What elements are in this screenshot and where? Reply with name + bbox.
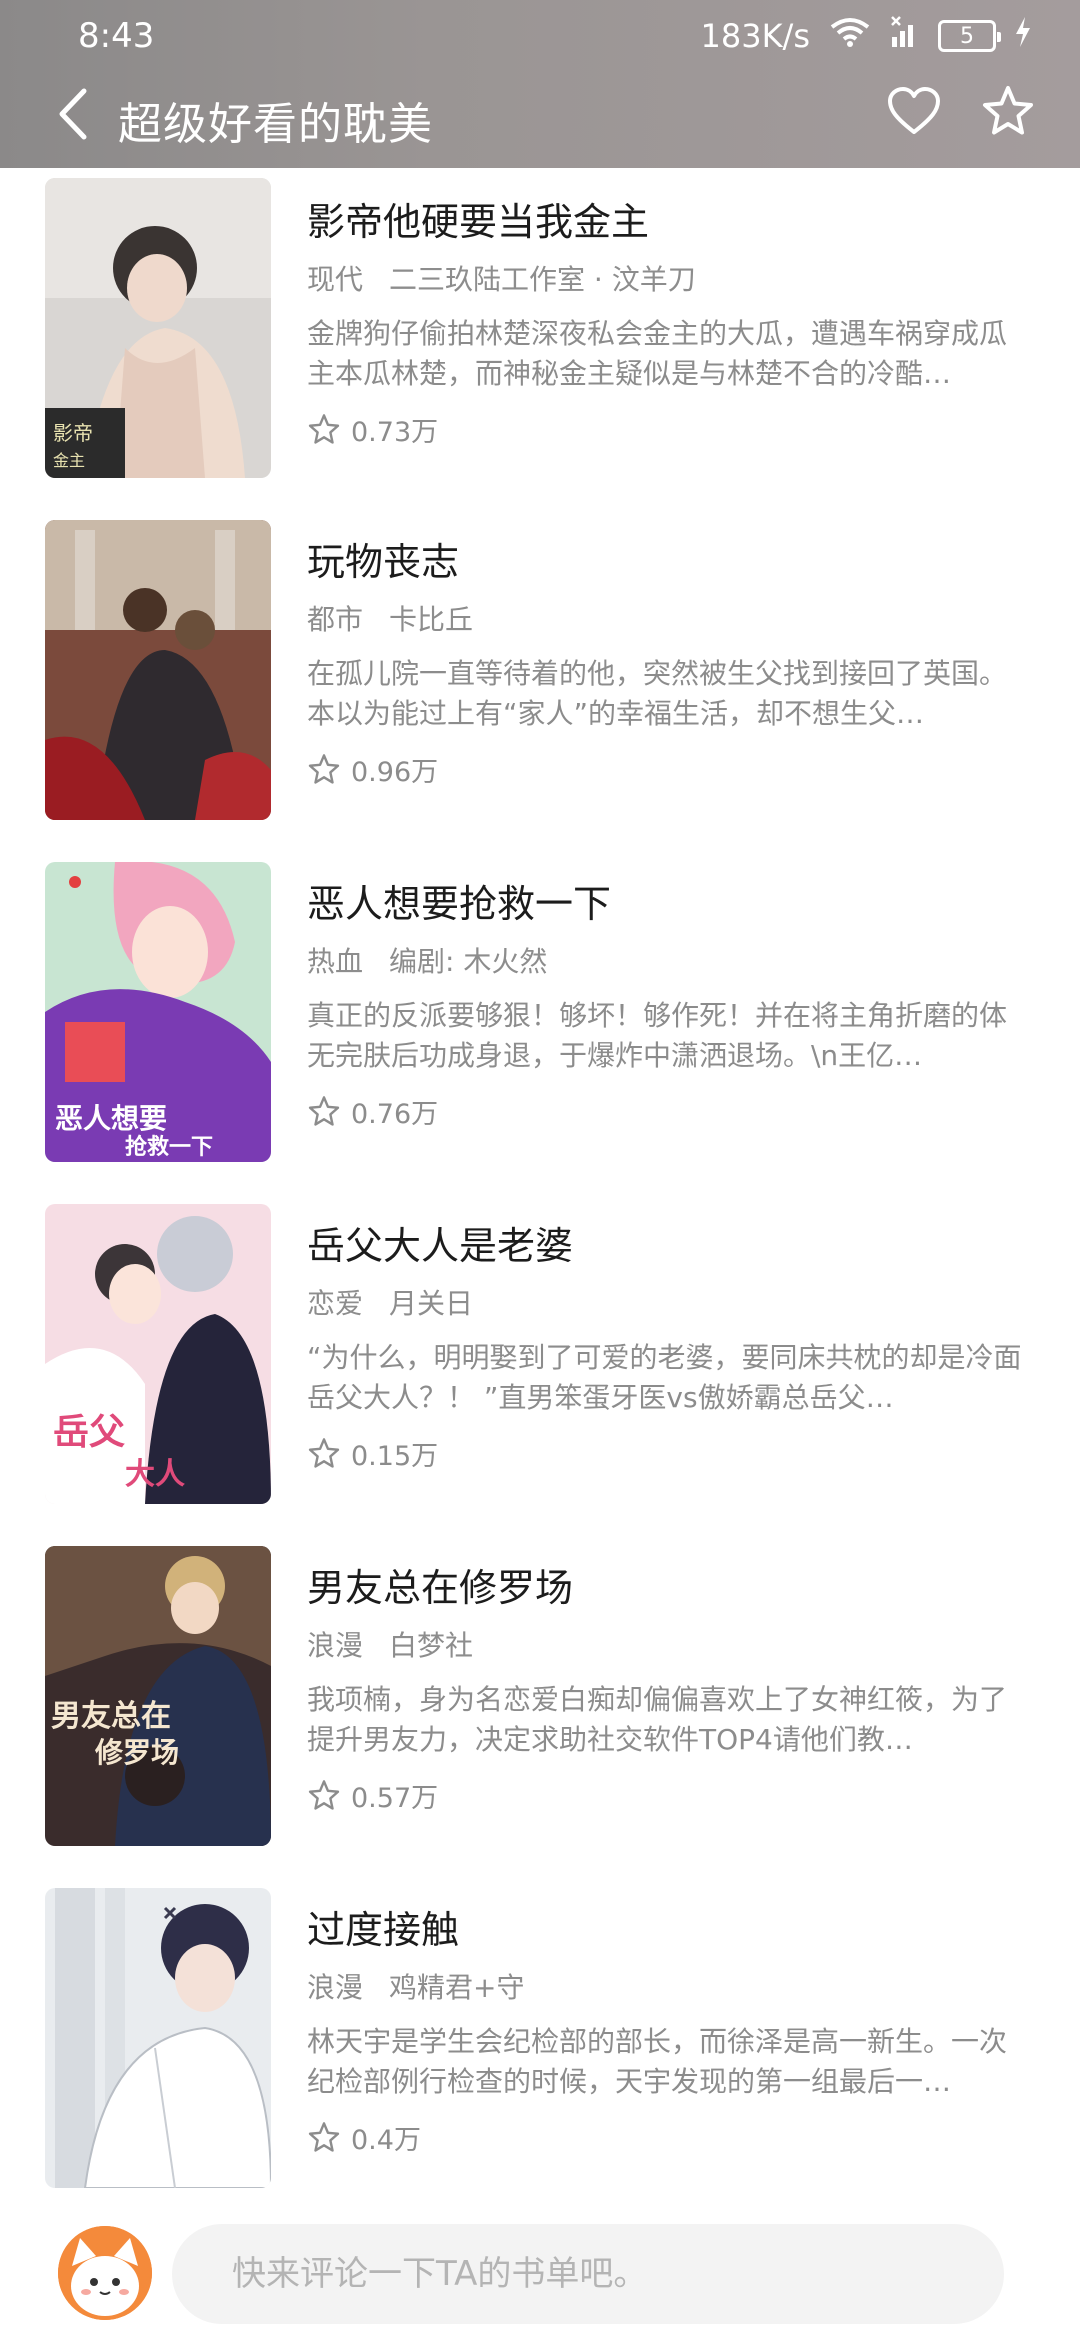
book-author: 月关日 bbox=[389, 1287, 474, 1320]
book-description: 林天宇是学生会纪检部的部长，而徐泽是高一新生。一次纪检部例行检查的时候，天宇发现… bbox=[307, 2025, 1008, 2098]
charging-icon bbox=[1014, 16, 1032, 56]
book-meta: 热血 编剧: 木火然 bbox=[307, 944, 1027, 980]
book-meta: 都市 卡比丘 bbox=[307, 602, 1027, 638]
comment-input[interactable] bbox=[172, 2224, 1004, 2324]
status-time: 8:43 bbox=[78, 16, 155, 56]
book-meta: 浪漫 鸡精君+守 bbox=[307, 1970, 1027, 2006]
book-author: 编剧: 木火然 bbox=[389, 945, 548, 978]
svg-text:金主: 金主 bbox=[53, 451, 85, 470]
star-outline-icon bbox=[308, 1779, 340, 1810]
book-cover: 影帝 金主 bbox=[45, 178, 271, 478]
back-button[interactable] bbox=[56, 84, 116, 144]
rating-count: 0.57万 bbox=[351, 1783, 439, 1814]
status-bar: 8:43 183K/s 5 bbox=[0, 0, 1080, 72]
book-info: 男友总在修罗场 浪漫 白梦社 我项楠，身为名恋爱白痴却偏偏喜欢上了女神红筱，为了… bbox=[307, 1564, 1027, 1815]
book-author: 白梦社 bbox=[389, 1629, 474, 1662]
book-item[interactable]: 岳父 大人 岳父大人是老婆 恋爱 月关日 “为什么，明明娶到了可爱的老婆，要同床… bbox=[0, 1204, 1080, 1504]
book-cover: 恶人想要 抢救一下 bbox=[45, 862, 271, 1162]
book-title: 玩物丧志 bbox=[307, 540, 460, 584]
book-cover: 男友总在 修罗场 bbox=[45, 1546, 271, 1846]
booklist-page: 8:43 183K/s 5 超级好看的耽美 影帝 金主 影帝他硬要当我金主 现代… bbox=[0, 0, 1080, 2340]
book-rating: 0.57万 bbox=[307, 1776, 1027, 1815]
page-title: 超级好看的耽美 bbox=[118, 99, 433, 150]
svg-text:恶人想要: 恶人想要 bbox=[55, 1102, 167, 1135]
svg-text:抢救一下: 抢救一下 bbox=[125, 1134, 213, 1160]
book-info: 恶人想要抢救一下 热血 编剧: 木火然 真正的反派要够狠！够坏！够作死！并在将主… bbox=[307, 880, 1027, 1131]
svg-text:修罗场: 修罗场 bbox=[94, 1736, 179, 1769]
cat-avatar-icon bbox=[58, 2226, 152, 2320]
favorite-button[interactable] bbox=[886, 84, 942, 140]
book-cover bbox=[45, 520, 271, 820]
star-outline-icon bbox=[308, 753, 340, 784]
book-info: 岳父大人是老婆 恋爱 月关日 “为什么，明明娶到了可爱的老婆，要同床共枕的却是冷… bbox=[307, 1222, 1027, 1473]
chevron-left-icon bbox=[59, 88, 87, 140]
header: 8:43 183K/s 5 超级好看的耽美 bbox=[0, 0, 1080, 168]
book-genre: 热血 bbox=[307, 945, 364, 978]
book-info: 玩物丧志 都市 卡比丘 在孤儿院一直等待着的他，突然被生父找到接回了英国。本以为… bbox=[307, 538, 1027, 789]
battery-icon: 5 bbox=[938, 20, 1001, 52]
star-outline-icon bbox=[308, 2121, 340, 2152]
comment-bar bbox=[0, 2210, 1080, 2340]
book-title: 男友总在修罗场 bbox=[307, 1566, 574, 1610]
book-genre: 现代 bbox=[307, 263, 364, 296]
book-item[interactable]: 过度接触 浪漫 鸡精君+守 林天宇是学生会纪检部的部长，而徐泽是高一新生。一次纪… bbox=[0, 1888, 1080, 2188]
book-description: 金牌狗仔偷拍林楚深夜私会金主的大瓜，遭遇车祸穿成瓜主本瓜林楚，而神秘金主疑似是与… bbox=[307, 317, 1008, 390]
book-description: 真正的反派要够狠！够坏！够作死！并在将主角折磨的体无完肤后功成身退，于爆炸中潇洒… bbox=[307, 999, 1008, 1072]
book-title: 过度接触 bbox=[307, 1908, 460, 1952]
svg-text:大人: 大人 bbox=[125, 1457, 185, 1492]
book-genre: 都市 bbox=[307, 603, 364, 636]
book-info: 过度接触 浪漫 鸡精君+守 林天宇是学生会纪检部的部长，而徐泽是高一新生。一次纪… bbox=[307, 1906, 1027, 2157]
heart-icon bbox=[888, 87, 940, 134]
book-rating: 0.76万 bbox=[307, 1092, 1027, 1131]
book-title: 影帝他硬要当我金主 bbox=[307, 200, 650, 244]
book-rating: 0.15万 bbox=[307, 1434, 1027, 1473]
wifi-icon bbox=[828, 15, 872, 58]
book-title: 岳父大人是老婆 bbox=[307, 1224, 574, 1268]
star-icon bbox=[983, 86, 1033, 135]
collect-button[interactable] bbox=[980, 84, 1036, 140]
book-item[interactable]: 恶人想要 抢救一下 恶人想要抢救一下 热血 编剧: 木火然 真正的反派要够狠！够… bbox=[0, 862, 1080, 1162]
status-indicators: 183K/s 5 bbox=[700, 15, 1032, 58]
book-genre: 恋爱 bbox=[307, 1287, 364, 1320]
book-description: “为什么，明明娶到了可爱的老婆，要同床共枕的却是冷面岳父大人？！ ”直男笨蛋牙医… bbox=[307, 1341, 1022, 1414]
svg-text:岳父: 岳父 bbox=[53, 1412, 125, 1453]
book-info: 影帝他硬要当我金主 现代 二三玖陆工作室 · 汶羊刀 金牌狗仔偷拍林楚深夜私会金… bbox=[307, 198, 1027, 449]
network-speed: 183K/s bbox=[700, 17, 810, 55]
book-author: 鸡精君+守 bbox=[389, 1971, 525, 2004]
book-author: 卡比丘 bbox=[389, 603, 474, 636]
star-outline-icon bbox=[308, 1437, 340, 1468]
book-description: 我项楠，身为名恋爱白痴却偏偏喜欢上了女神红筱，为了提升男友力，决定求助社交软件T… bbox=[307, 1683, 1008, 1756]
book-item[interactable]: 玩物丧志 都市 卡比丘 在孤儿院一直等待着的他，突然被生父找到接回了英国。本以为… bbox=[0, 520, 1080, 820]
book-item[interactable]: 男友总在 修罗场 男友总在修罗场 浪漫 白梦社 我项楠，身为名恋爱白痴却偏偏喜欢… bbox=[0, 1546, 1080, 1846]
book-item[interactable]: 影帝 金主 影帝他硬要当我金主 现代 二三玖陆工作室 · 汶羊刀 金牌狗仔偷拍林… bbox=[0, 178, 1080, 478]
rating-count: 0.15万 bbox=[351, 1441, 439, 1472]
no-signal-icon bbox=[890, 15, 920, 58]
avatar[interactable] bbox=[58, 2226, 152, 2320]
book-meta: 恋爱 月关日 bbox=[307, 1286, 1027, 1322]
book-cover: 岳父 大人 bbox=[45, 1204, 271, 1504]
svg-text:男友总在: 男友总在 bbox=[51, 1699, 171, 1734]
book-genre: 浪漫 bbox=[307, 1971, 364, 2004]
book-rating: 0.73万 bbox=[307, 410, 1027, 449]
star-outline-icon bbox=[308, 413, 340, 444]
svg-text:影帝: 影帝 bbox=[53, 421, 93, 445]
book-meta: 浪漫 白梦社 bbox=[307, 1628, 1027, 1664]
book-rating: 0.4万 bbox=[307, 2118, 1027, 2157]
book-rating: 0.96万 bbox=[307, 750, 1027, 789]
title-bar: 超级好看的耽美 bbox=[0, 80, 1080, 168]
star-outline-icon bbox=[308, 1095, 340, 1126]
rating-count: 0.4万 bbox=[351, 2125, 421, 2156]
book-genre: 浪漫 bbox=[307, 1629, 364, 1662]
book-cover bbox=[45, 1888, 271, 2188]
book-meta: 现代 二三玖陆工作室 · 汶羊刀 bbox=[307, 262, 1027, 298]
book-author: 二三玖陆工作室 · 汶羊刀 bbox=[389, 263, 696, 296]
rating-count: 0.96万 bbox=[351, 757, 439, 788]
book-title: 恶人想要抢救一下 bbox=[307, 882, 612, 926]
rating-count: 0.76万 bbox=[351, 1099, 439, 1130]
rating-count: 0.73万 bbox=[351, 417, 439, 448]
book-description: 在孤儿院一直等待着的他，突然被生父找到接回了英国。本以为能过上有“家人”的幸福生… bbox=[307, 657, 1008, 730]
